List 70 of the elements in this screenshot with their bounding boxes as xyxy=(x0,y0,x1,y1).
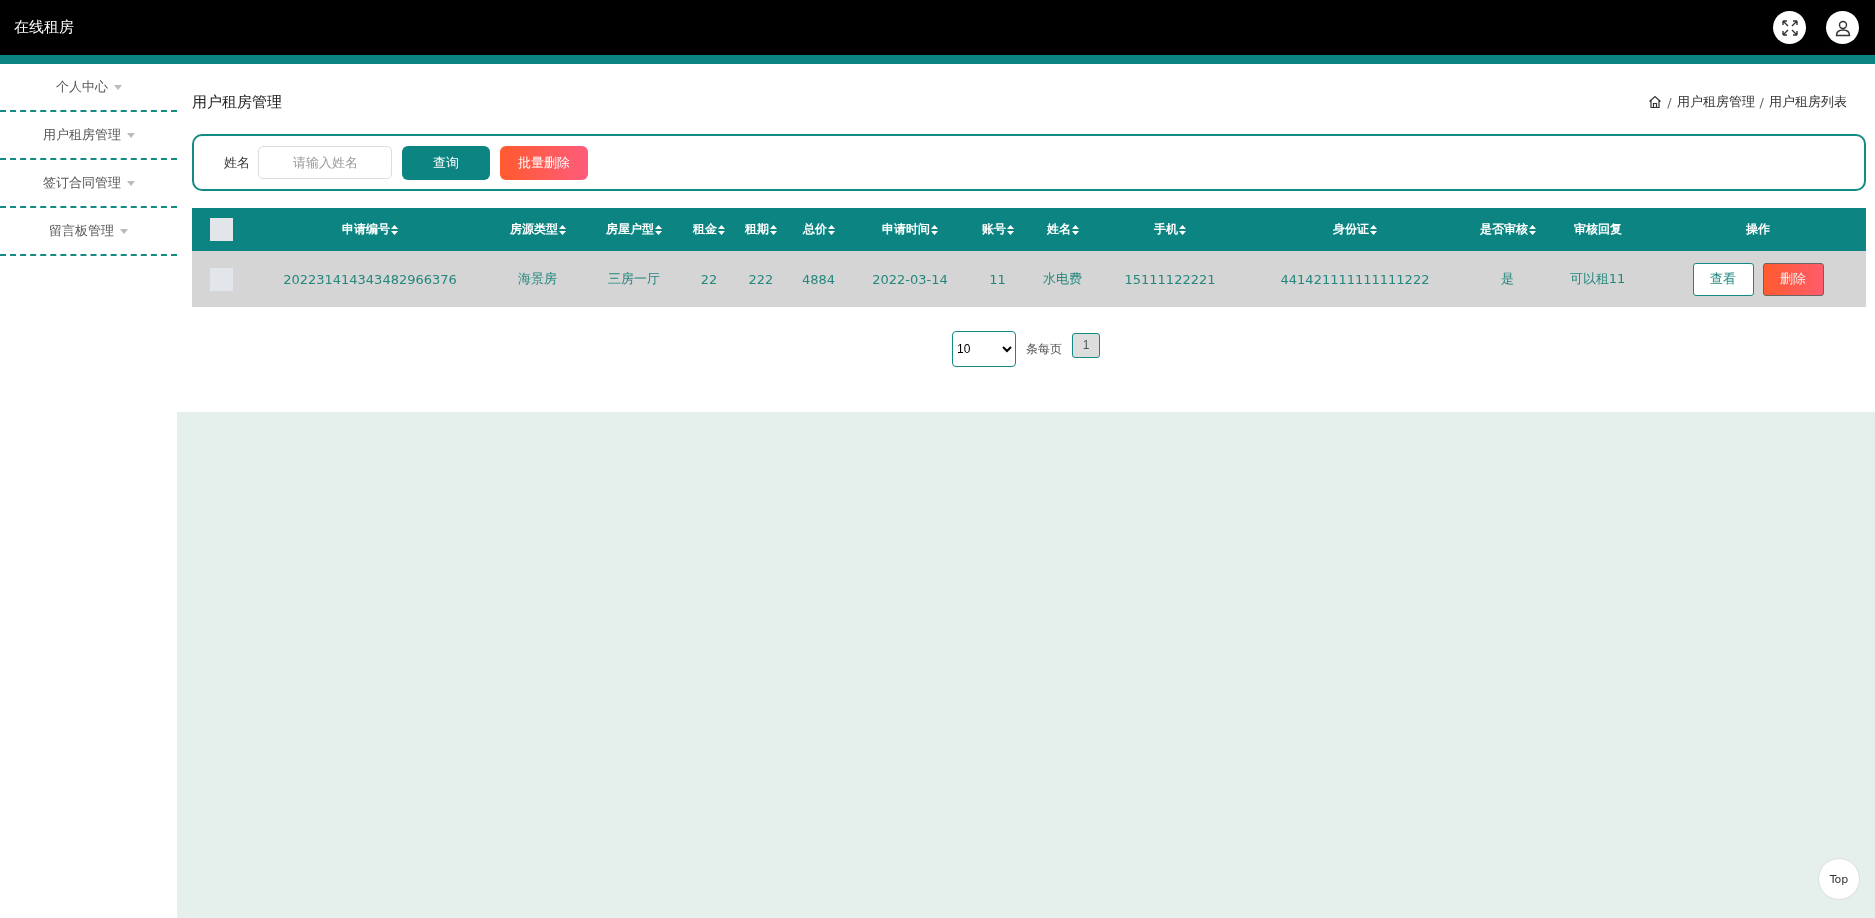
sort-icon[interactable] xyxy=(1071,224,1079,235)
table-cell: 是 xyxy=(1501,271,1514,286)
page-size-select[interactable]: 10 xyxy=(952,331,1016,367)
table-cell: 4884 xyxy=(801,271,836,287)
breadcrumb-separator: / xyxy=(1667,94,1672,110)
fullscreen-icon[interactable] xyxy=(1773,11,1806,44)
table-cell: 202231414343482966376 xyxy=(283,271,457,287)
view-button[interactable]: 查看 xyxy=(1692,262,1754,296)
user-icon[interactable] xyxy=(1826,11,1859,44)
table-cell: 水电费 xyxy=(1043,271,1082,286)
sidebar-label: 签订合同管理 xyxy=(42,174,121,192)
table-cell: 三房一厅 xyxy=(608,271,660,286)
sort-icon[interactable] xyxy=(1006,224,1014,235)
table-cell: 22 xyxy=(700,271,718,287)
sort-icon[interactable] xyxy=(931,224,938,235)
sort-icon[interactable] xyxy=(558,224,566,235)
sort-icon[interactable] xyxy=(770,224,777,235)
column-header[interactable]: 总价 xyxy=(802,221,827,238)
table-cell: 11 xyxy=(989,271,1006,287)
sort-icon[interactable] xyxy=(718,224,725,235)
column-header[interactable]: 申请编号 xyxy=(342,221,390,238)
caret-icon xyxy=(126,132,135,138)
column-header[interactable]: 房屋户型 xyxy=(606,221,654,238)
search-button[interactable]: 查询 xyxy=(402,145,490,180)
sort-icon[interactable] xyxy=(827,224,835,235)
column-header[interactable]: 房源类型 xyxy=(509,221,558,238)
sort-icon[interactable] xyxy=(655,224,662,235)
table-cell: 222 xyxy=(748,271,774,287)
sort-icon[interactable] xyxy=(1528,224,1536,235)
sidebar-item[interactable]: 用户租房管理 xyxy=(0,112,177,160)
per-page-label: 条每页 xyxy=(1026,340,1062,358)
table-cell: 海景房 xyxy=(518,271,557,286)
page-number-button[interactable]: 1 xyxy=(1072,332,1100,358)
sidebar-label: 留言板管理 xyxy=(49,222,114,240)
sort-icon[interactable] xyxy=(1370,224,1377,235)
app-title: 在线租房 xyxy=(14,18,74,37)
caret-icon xyxy=(126,180,135,186)
breadcrumb-item[interactable]: 用户租房列表 xyxy=(1769,93,1847,111)
column-header[interactable]: 姓名 xyxy=(1046,221,1071,238)
batch-delete-button[interactable]: 批量删除 xyxy=(500,145,588,180)
sort-icon[interactable] xyxy=(1179,224,1186,235)
page-title: 用户租房管理 xyxy=(192,92,282,112)
sidebar-item[interactable]: 签订合同管理 xyxy=(0,160,177,208)
field-label: 姓名 xyxy=(224,153,250,172)
name-search-field[interactable]: 请输入姓名 xyxy=(258,146,392,179)
column-header: 审核回复 xyxy=(1573,221,1622,238)
breadcrumb-separator: / xyxy=(1759,94,1764,110)
sidebar-label: 个人中心 xyxy=(55,78,108,96)
table-cell: 441421111111111222 xyxy=(1280,271,1430,287)
sort-icon[interactable] xyxy=(391,224,398,235)
home-icon[interactable] xyxy=(1648,95,1663,109)
select-all-checkbox[interactable] xyxy=(209,218,233,241)
table-cell: 2022-03-14 xyxy=(872,271,948,287)
caret-icon xyxy=(113,84,122,90)
sidebar-item[interactable]: 留言板管理 xyxy=(0,208,177,256)
column-header: 操作 xyxy=(1746,221,1770,238)
column-header[interactable]: 申请时间 xyxy=(882,221,930,238)
column-header[interactable]: 租金 xyxy=(693,221,717,238)
breadcrumb-item[interactable]: 用户租房管理 xyxy=(1676,93,1755,111)
table-cell: 15111122221 xyxy=(1124,271,1216,287)
column-header[interactable]: 身份证 xyxy=(1333,221,1369,238)
caret-icon xyxy=(120,228,128,234)
column-header[interactable]: 账号 xyxy=(981,221,1006,238)
column-header[interactable]: 租期 xyxy=(745,221,769,238)
sidebar-item[interactable]: 个人中心 xyxy=(0,64,177,112)
table-cell: 可以租11 xyxy=(1569,271,1626,286)
column-header[interactable]: 手机 xyxy=(1154,221,1178,238)
sidebar-label: 用户租房管理 xyxy=(42,126,121,144)
delete-button[interactable]: 删除 xyxy=(1762,262,1824,296)
column-header[interactable]: 是否审核 xyxy=(1479,221,1528,238)
